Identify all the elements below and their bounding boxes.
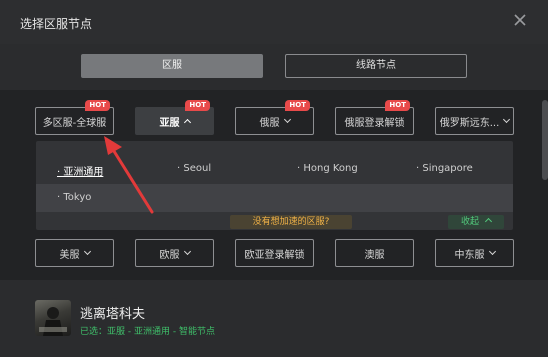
- selected-route-status: 已选：亚服 - 亚洲通用 - 智能节点: [80, 327, 215, 337]
- tab-bar: 区服 线路节点: [0, 54, 548, 78]
- region-eu-button[interactable]: 欧服: [135, 239, 214, 267]
- region-label: 俄罗斯远东...: [439, 117, 500, 129]
- game-name: 逃离塔科夫: [80, 307, 146, 322]
- node-hong-kong[interactable]: · Hong Kong: [297, 163, 358, 174]
- region-label: 亚服: [159, 117, 180, 129]
- chevron-down-icon: [488, 247, 496, 256]
- node-asia-general[interactable]: · 亚洲通用: [57, 163, 103, 178]
- game-cover-art-icon: [39, 307, 67, 336]
- game-cover-image: [35, 300, 71, 336]
- region-label: 欧服: [159, 249, 180, 261]
- node-row-highlight: · Tokyo: [36, 184, 513, 212]
- chevron-down-icon: [83, 247, 91, 256]
- region-russia-login-unlock-button[interactable]: 俄服登录解锁 HOT: [335, 100, 414, 135]
- region-label: 中东服: [454, 249, 485, 261]
- region-euasia-login-unlock-button[interactable]: 欧亚登录解锁: [235, 239, 314, 267]
- region-us-button[interactable]: 美服: [35, 239, 114, 267]
- close-icon[interactable]: [512, 12, 528, 28]
- hot-badge: HOT: [385, 100, 410, 111]
- chevron-up-icon: [484, 217, 492, 226]
- region-middle-east-button[interactable]: 中东服: [435, 239, 514, 267]
- window-title: 选择区服节点: [20, 17, 93, 31]
- region-asia-button[interactable]: 亚服 HOT: [135, 100, 214, 135]
- region-label: 欧亚登录解锁: [244, 249, 305, 261]
- hot-badge: HOT: [185, 100, 210, 111]
- hot-badge: HOT: [85, 100, 110, 111]
- missing-region-link[interactable]: 没有想加速的区服?: [230, 215, 352, 229]
- tab-route-node[interactable]: 线路节点: [285, 54, 467, 78]
- chevron-down-icon: [503, 115, 511, 124]
- region-au-button[interactable]: 澳服: [335, 239, 414, 267]
- node-tokyo[interactable]: · Tokyo: [57, 192, 91, 203]
- chevron-down-icon: [183, 247, 191, 256]
- region-label: 俄服登录解锁: [344, 117, 405, 129]
- region-russia-button[interactable]: 俄服 HOT: [235, 100, 314, 135]
- region-label: 多区服-全球服: [42, 117, 107, 129]
- collapse-label: 收起: [461, 217, 480, 227]
- chevron-down-icon: [283, 115, 291, 124]
- collapse-button[interactable]: 收起: [448, 215, 504, 229]
- tab-region[interactable]: 区服: [81, 54, 263, 78]
- node-seoul[interactable]: · Seoul: [177, 163, 211, 174]
- title-bar: 选择区服节点: [0, 0, 548, 44]
- scrollbar[interactable]: [542, 100, 548, 180]
- region-label: 美服: [59, 249, 80, 261]
- region-russia-far-east-button[interactable]: 俄罗斯远东...: [435, 107, 514, 135]
- node-singapore[interactable]: · Singapore: [416, 163, 473, 174]
- chevron-up-icon: [183, 118, 191, 127]
- node-dropdown: · 亚洲通用 · Seoul · Hong Kong · Singapore ·…: [36, 141, 513, 230]
- region-multi-global-button[interactable]: 多区服-全球服 HOT: [35, 100, 114, 135]
- region-label: 澳服: [364, 249, 385, 261]
- hot-badge: HOT: [285, 100, 310, 111]
- region-label: 俄服: [259, 117, 280, 129]
- dropdown-footer: 没有想加速的区服? 收起: [36, 213, 513, 230]
